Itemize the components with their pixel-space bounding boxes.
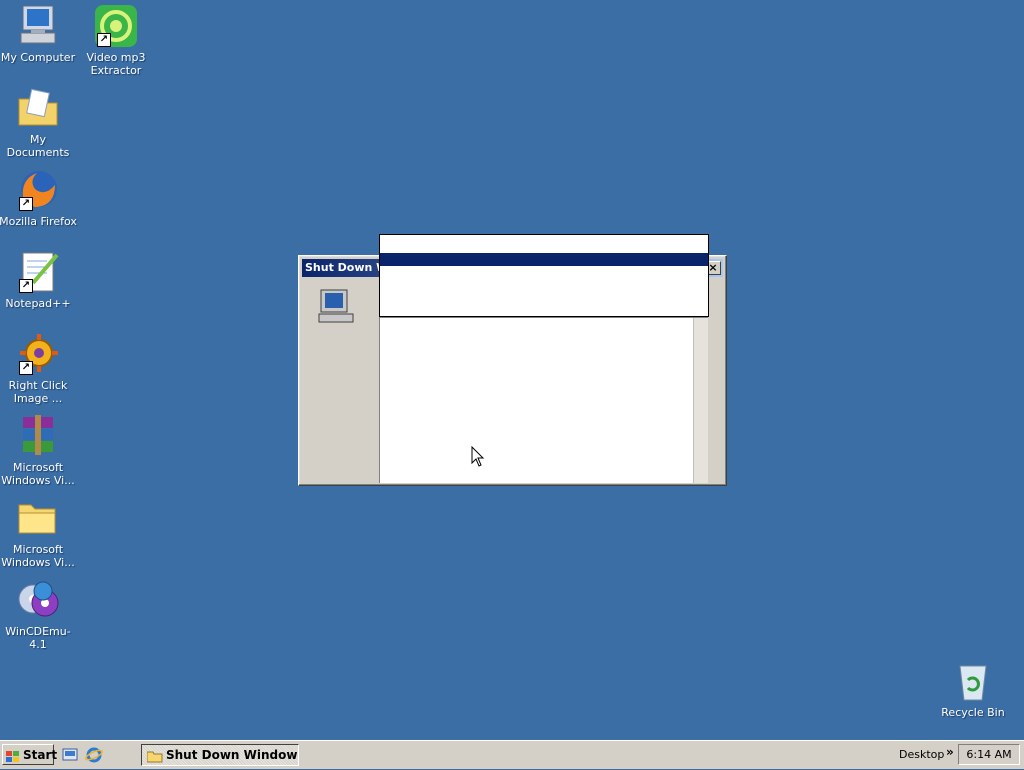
winrar-archive-icon xyxy=(15,413,61,459)
shortcut-arrow-icon: ↗ xyxy=(19,197,33,211)
mouse-cursor-icon xyxy=(471,445,485,471)
taskbar-item-label: Shut Down Windows xyxy=(166,748,299,762)
icon-label: Mozilla Firefox xyxy=(0,215,77,228)
recycle-bin-icon xyxy=(950,658,996,704)
desktop-icon-notepad-plus-plus[interactable]: ↗ Notepad++ xyxy=(0,249,78,310)
right-click-image-icon: ↗ xyxy=(15,331,61,377)
desktop-icon-wincdemu[interactable]: WinCDEmu-4.1 xyxy=(0,577,78,651)
taskbar-item-shut-down-windows[interactable]: Shut Down Windows xyxy=(141,744,299,766)
icon-label: Right Click Image ... xyxy=(8,379,68,405)
desktop-icon-recycle-bin[interactable]: Recycle Bin xyxy=(933,658,1013,719)
show-desktop-icon[interactable] xyxy=(61,746,79,764)
folder-icon xyxy=(15,495,61,541)
desktop-icon-video-mp3-extractor[interactable]: ↗ Video mp3 Extractor xyxy=(76,3,156,77)
icon-label: My Computer xyxy=(0,51,76,64)
computer-icon xyxy=(317,288,357,328)
desktop-toolbar-label[interactable]: Desktop xyxy=(899,748,944,761)
notepad-plus-plus-icon: ↗ xyxy=(15,249,61,295)
video-mp3-extractor-icon: ↗ xyxy=(93,3,139,49)
icon-label: Microsoft Windows Vi... xyxy=(1,461,75,487)
desktop-icon-firefox[interactable]: ↗ Mozilla Firefox xyxy=(0,167,78,228)
desktop-icon-my-computer[interactable]: My Computer xyxy=(0,3,78,64)
description-pane xyxy=(379,317,708,483)
my-computer-icon xyxy=(15,3,61,49)
taskbar: Start Shut Down Windows Desktop » 6:14 A… xyxy=(0,740,1024,769)
desktop-icon-my-documents[interactable]: My Documents xyxy=(0,85,78,159)
my-documents-icon xyxy=(15,85,61,131)
firefox-icon: ↗ xyxy=(15,167,61,213)
icon-label: Recycle Bin xyxy=(941,706,1005,719)
clock-time: 6:14 AM xyxy=(966,748,1012,761)
icon-label: Notepad++ xyxy=(5,297,71,310)
icon-label: Video mp3 Extractor xyxy=(86,51,146,77)
shortcut-arrow-icon: ↗ xyxy=(19,279,33,293)
internet-explorer-icon[interactable] xyxy=(84,746,104,764)
folder-icon xyxy=(146,749,163,765)
start-label: Start xyxy=(23,748,58,762)
icon-label: Microsoft Windows Vi... xyxy=(1,543,75,569)
shortcut-arrow-icon: ↗ xyxy=(19,361,33,375)
icon-label: WinCDEmu-4.1 xyxy=(5,625,71,651)
desktop-icon-microsoft-windows-vi-2[interactable]: Microsoft Windows Vi... xyxy=(0,495,78,569)
wincdemu-icon xyxy=(15,577,61,623)
shutdown-option-dropdown-list[interactable] xyxy=(379,234,709,317)
desktop-icon-microsoft-windows-vi-1[interactable]: Microsoft Windows Vi... xyxy=(0,413,78,487)
scrollbar[interactable] xyxy=(693,318,708,483)
dropdown-selected-item[interactable] xyxy=(380,253,708,266)
icon-label: My Documents xyxy=(6,133,70,159)
shortcut-arrow-icon: ↗ xyxy=(97,33,111,47)
desktop-icon-right-click-image[interactable]: ↗ Right Click Image ... xyxy=(0,331,78,405)
windows-logo-icon xyxy=(6,749,20,770)
chevron-icon[interactable]: » xyxy=(946,745,954,759)
system-tray-clock[interactable]: 6:14 AM xyxy=(958,744,1020,765)
start-button[interactable]: Start xyxy=(2,744,58,765)
